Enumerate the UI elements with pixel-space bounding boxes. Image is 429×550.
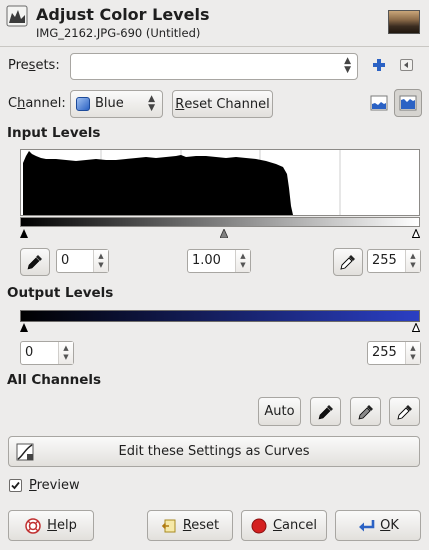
pick-black-button[interactable]: [310, 397, 341, 426]
preview-label[interactable]: Preview: [29, 478, 80, 493]
eyedropper-white-icon: [340, 255, 355, 270]
output-high-value: 255: [372, 345, 397, 360]
edit-as-curves-label: Edit these Settings as Curves: [118, 444, 310, 459]
add-preset-icon[interactable]: [371, 57, 387, 73]
edit-as-curves-button[interactable]: Edit these Settings as Curves: [8, 436, 420, 467]
input-high-value: 255: [372, 253, 397, 268]
input-low-spinner[interactable]: 0 ▲ ▼: [56, 249, 109, 273]
linear-histogram-icon[interactable]: [368, 92, 390, 114]
input-histogram: [20, 149, 420, 216]
output-high-spinner[interactable]: 255 ▲ ▼: [367, 341, 421, 365]
input-gradient-bar[interactable]: [20, 217, 420, 227]
presets-label: Presets:: [8, 58, 60, 73]
ok-button[interactable]: OK: [335, 510, 421, 541]
input-gamma-spinner[interactable]: 1.00 ▲ ▼: [187, 249, 251, 273]
combo-arrows-icon: ▲ ▼: [344, 56, 351, 75]
levels-tool-icon: [6, 5, 28, 27]
auto-button[interactable]: Auto: [258, 397, 301, 426]
input-levels-title: Input Levels: [7, 125, 101, 141]
presets-combo[interactable]: ▲ ▼: [70, 53, 358, 80]
pick-white-button[interactable]: [389, 397, 420, 426]
log-histogram-icon[interactable]: [394, 89, 422, 117]
reset-button[interactable]: Reset: [147, 510, 233, 541]
white-point-handle[interactable]: [412, 229, 420, 238]
curves-tool-icon: [16, 443, 34, 461]
cancel-icon: [251, 518, 267, 534]
output-levels-title: Output Levels: [7, 285, 114, 301]
input-high-spinner[interactable]: 255 ▲ ▼: [367, 249, 421, 273]
eyedropper-gray-icon: [357, 404, 373, 420]
combo-arrows-icon: ▲ ▼: [148, 94, 155, 113]
spin-arrows-icon[interactable]: ▲ ▼: [58, 342, 73, 364]
header-separator: [0, 46, 429, 47]
gamma-handle[interactable]: [220, 229, 228, 238]
output-low-value: 0: [25, 345, 34, 360]
blue-channel-icon: [76, 97, 90, 111]
output-low-spinner[interactable]: 0 ▲ ▼: [20, 341, 74, 365]
ok-icon: [357, 518, 375, 534]
channel-label: Channel:: [8, 96, 66, 111]
pick-black-point-button[interactable]: [20, 248, 50, 276]
black-point-handle[interactable]: [20, 229, 28, 238]
channel-value: Blue: [95, 96, 124, 111]
eyedropper-black-icon: [318, 404, 333, 419]
input-slider-track[interactable]: [20, 227, 420, 240]
help-icon: [25, 517, 41, 534]
output-high-handle[interactable]: [412, 323, 420, 332]
eyedropper-black-icon: [27, 255, 42, 270]
dialog-title: Adjust Color Levels: [36, 5, 210, 24]
all-channels-title: All Channels: [7, 372, 102, 388]
spin-arrows-icon[interactable]: ▲ ▼: [405, 342, 420, 364]
output-gradient-bar[interactable]: [20, 310, 420, 322]
spin-arrows-icon[interactable]: ▲ ▼: [405, 250, 420, 272]
spin-arrows-icon[interactable]: ▲ ▼: [93, 250, 108, 272]
spin-arrows-icon[interactable]: ▲ ▼: [235, 250, 250, 272]
reset-channel-button[interactable]: Reset Channel: [172, 90, 273, 118]
output-low-handle[interactable]: [20, 323, 28, 332]
dialog-header: Adjust Color Levels IMG_2162.JPG-690 (Un…: [0, 0, 429, 44]
help-button[interactable]: Help: [8, 510, 94, 541]
checkmark-icon: [11, 481, 20, 490]
output-slider-track[interactable]: [20, 322, 420, 334]
input-low-value: 0: [61, 253, 70, 268]
preview-checkbox[interactable]: [9, 479, 22, 492]
pick-white-point-button[interactable]: [333, 248, 363, 276]
pick-gray-button[interactable]: [350, 397, 381, 426]
channel-combo[interactable]: Blue ▲ ▼: [70, 90, 163, 118]
input-gamma-value: 1.00: [192, 253, 221, 268]
preset-menu-icon[interactable]: [400, 59, 413, 71]
image-thumbnail: [388, 10, 420, 34]
eyedropper-white-icon: [396, 404, 412, 420]
cancel-button[interactable]: Cancel: [241, 510, 327, 541]
image-subtitle: IMG_2162.JPG-690 (Untitled): [36, 26, 201, 40]
reset-icon: [161, 518, 177, 534]
